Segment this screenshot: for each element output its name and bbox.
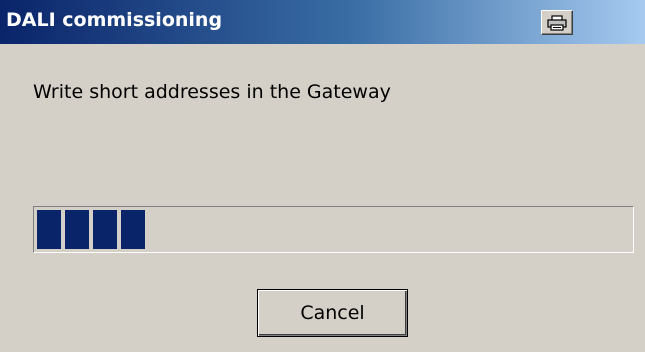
dialog-window: DALI commissioning Write short addresses… bbox=[0, 0, 645, 352]
progress-chunk bbox=[121, 210, 145, 249]
status-message: Write short addresses in the Gateway bbox=[33, 81, 391, 103]
progress-chunk bbox=[93, 210, 117, 249]
progress-chunk bbox=[65, 210, 89, 249]
printer-icon bbox=[547, 14, 567, 31]
title-bar[interactable]: DALI commissioning bbox=[0, 0, 645, 44]
progress-chunk bbox=[37, 210, 61, 249]
cancel-button[interactable]: Cancel bbox=[257, 289, 408, 337]
progress-track bbox=[37, 210, 630, 249]
progress-bar bbox=[33, 206, 634, 253]
printer-button[interactable] bbox=[541, 10, 573, 35]
window-title: DALI commissioning bbox=[6, 9, 223, 31]
